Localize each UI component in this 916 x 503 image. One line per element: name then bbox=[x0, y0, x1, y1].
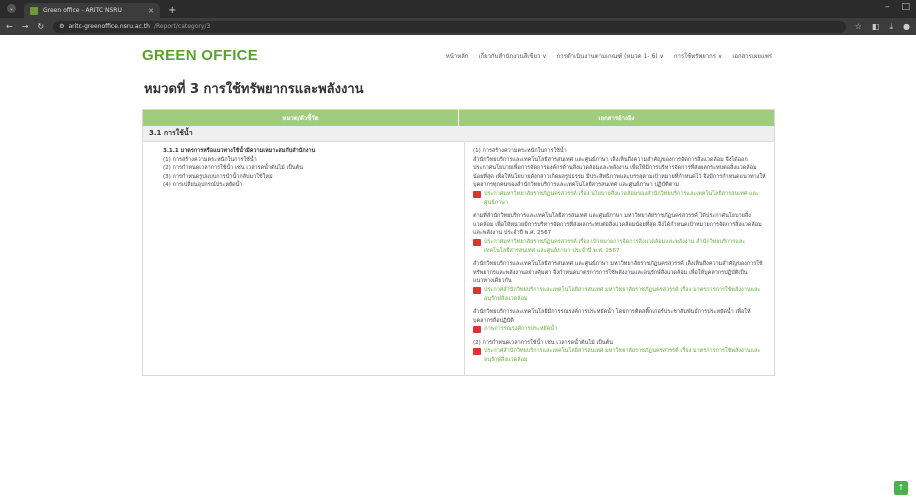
nav-item[interactable]: เกี่ยวกับสำนักงานสีเขียว ∨ bbox=[478, 51, 546, 61]
document-link-text: ประกาศสำนักวิทยบริการและเทคโนโลยีสารสนเท… bbox=[484, 348, 761, 364]
document-link[interactable]: ภาพการรณรงค์การประหยัดน้ำ bbox=[473, 325, 766, 334]
bookmark-star-icon[interactable]: ☆ bbox=[855, 22, 862, 32]
scroll-to-top-button[interactable]: ↑ bbox=[894, 481, 908, 495]
indicator-title: 3.1.1 มาตรการหรือแนวทางใช้น้ำมีความเหมาะ… bbox=[163, 148, 316, 154]
nav-item[interactable]: เอกสารเผยแพร่ bbox=[732, 51, 772, 61]
profile-icon[interactable]: ● bbox=[903, 22, 910, 32]
document-link[interactable]: ประกาศมหาวิทยาลัยราชภัฏนครสวรรค์ เรื่อง … bbox=[473, 238, 766, 255]
document-link-text: ภาพการรณรงค์การประหยัดน้ำ bbox=[484, 326, 558, 333]
nav-item[interactable]: หน้าหลัก bbox=[446, 51, 469, 61]
url-path: /Report/category/3 bbox=[153, 23, 211, 30]
tab-search-icon[interactable]: ⌄ bbox=[7, 4, 16, 13]
indicator-item: (1) การสร้างความตระหนักในการใช้น้ำ bbox=[163, 156, 257, 163]
site-logo[interactable]: GREEN OFFICE bbox=[142, 47, 258, 64]
minimize-icon[interactable]: – bbox=[885, 2, 890, 12]
reference-text: สำนักวิทยบริการและเทคโนโลยีสารสนเทศ และศ… bbox=[473, 156, 766, 189]
column-header-reference: เอกสารอ้างอิง bbox=[598, 115, 635, 122]
document-link[interactable]: ประกาศมหาวิทยาลัยราชภัฏนครสวรรค์ เรื่อง … bbox=[473, 190, 766, 207]
nav-item[interactable]: การดำเนินงานตามเกณฑ์ (หมวด 1- 6) ∨ bbox=[557, 51, 664, 61]
reload-icon[interactable]: ↻ bbox=[37, 22, 44, 31]
download-icon[interactable]: ⤓ bbox=[889, 22, 893, 32]
indicator-item: (4) การเปลี่ยนอุปกรณ์ประหยัดน้ำ bbox=[163, 182, 243, 189]
indicator-cell: 3.1.1 มาตรการหรือแนวทางใช้น้ำมีความเหมาะ… bbox=[143, 142, 465, 375]
window-controls: – □ bbox=[885, 2, 910, 12]
table-row: 3.1.1 มาตรการหรือแนวทางใช้น้ำมีความเหมาะ… bbox=[143, 142, 774, 375]
url-field[interactable]: ⚙ aritc-greenoffice.nsru.ac.th/Report/ca… bbox=[53, 20, 846, 33]
document-link[interactable]: ประกาศสำนักวิทยบริการและเทคโนโลยีสารสนเท… bbox=[473, 286, 766, 303]
nav-item[interactable]: การใช้ทรัพยากร ∨ bbox=[674, 51, 722, 61]
category-table: หมวด/ตัวชี้วัด เอกสารอ้างอิง 3.1 การใช้น… bbox=[142, 109, 775, 376]
browser-tab[interactable]: Green office - ARITC NSRU ✕ bbox=[24, 3, 160, 18]
back-icon[interactable]: ← bbox=[6, 22, 13, 31]
close-tab-icon[interactable]: ✕ bbox=[148, 7, 154, 15]
pdf-file-icon bbox=[473, 238, 481, 246]
indicator-items: (1) การสร้างความตระหนักในการใช้น้ำ (2) กา… bbox=[163, 156, 456, 190]
section-row: 3.1 การใช้น้ำ bbox=[143, 126, 774, 142]
pdf-file-icon bbox=[473, 190, 481, 198]
pdf-file-icon bbox=[473, 286, 481, 294]
browser-tabbar: ⌄ Green office - ARITC NSRU ✕ + – □ bbox=[0, 0, 916, 18]
document-link-text: ประกาศสำนักวิทยบริการและเทคโนโลยีสารสนเท… bbox=[484, 286, 761, 302]
indicator-item: (3) การกำหนดรูปแบบการนำน้ำกลับมาใช้ใหม่ bbox=[163, 173, 273, 180]
page-title: หมวดที่ 3 การใช้ทรัพยากรและพลังงาน bbox=[144, 82, 364, 97]
address-bar: ← → ↻ ⚙ aritc-greenoffice.nsru.ac.th/Rep… bbox=[0, 18, 916, 35]
reference-text: (1) การสร้างความตระหนักในการใช้น้ำ bbox=[473, 148, 567, 154]
site-navbar: GREEN OFFICE หน้าหลัก เกี่ยวกับสำนักงานสี… bbox=[142, 47, 772, 64]
indicator-item: (2) การกำหนดเวลาการใช้น้ำ เช่น เวลารดน้ำ… bbox=[163, 165, 303, 172]
pdf-file-icon bbox=[473, 326, 481, 334]
reference-text: สำนักวิทยบริการและเทคโนโลยีสารสนเทศ และศ… bbox=[473, 261, 763, 285]
maximize-icon[interactable]: □ bbox=[901, 2, 910, 12]
document-link-text: ประกาศมหาวิทยาลัยราชภัฏนครสวรรค์ เรื่อง … bbox=[484, 238, 746, 254]
site-favicon-icon bbox=[30, 6, 38, 15]
forward-icon[interactable]: → bbox=[22, 22, 29, 31]
extensions-icon[interactable]: ◧ bbox=[872, 22, 880, 32]
url-host: aritc-greenoffice.nsru.ac.th bbox=[68, 23, 150, 30]
pdf-file-icon bbox=[473, 348, 481, 356]
document-link-text: ประกาศมหาวิทยาลัยราชภัฏนครสวรรค์ เรื่อง … bbox=[484, 190, 759, 206]
column-header-indicator: หมวด/ตัวชี้วัด bbox=[143, 110, 459, 126]
web-page: GREEN OFFICE หน้าหลัก เกี่ยวกับสำนักงานสี… bbox=[0, 35, 916, 503]
new-tab-icon[interactable]: + bbox=[168, 5, 176, 16]
table-header: หมวด/ตัวชี้วัด เอกสารอ้างอิง bbox=[143, 110, 774, 126]
document-link[interactable]: ประกาศสำนักวิทยบริการและเทคโนโลยีสารสนเท… bbox=[473, 347, 766, 364]
reference-text: สำนักวิทยบริการและเทคโนโลยีมีการรณรงค์กา… bbox=[473, 309, 751, 324]
reference-text: (2) การกำหนดเวลาการใช้น้ำ เช่น เวลารดน้ำ… bbox=[473, 339, 613, 346]
tab-title: Green office - ARITC NSRU bbox=[43, 7, 122, 14]
reference-text: ตามที่สำนักวิทยบริการและเทคโนโลยีสารสนเท… bbox=[473, 213, 762, 237]
main-menu: หน้าหลัก เกี่ยวกับสำนักงานสีเขียว ∨ การดำเ… bbox=[446, 51, 772, 61]
reference-cell: (1) การสร้างความตระหนักในการใช้น้ำสำนักว… bbox=[465, 142, 774, 375]
site-info-icon[interactable]: ⚙ bbox=[59, 23, 64, 30]
